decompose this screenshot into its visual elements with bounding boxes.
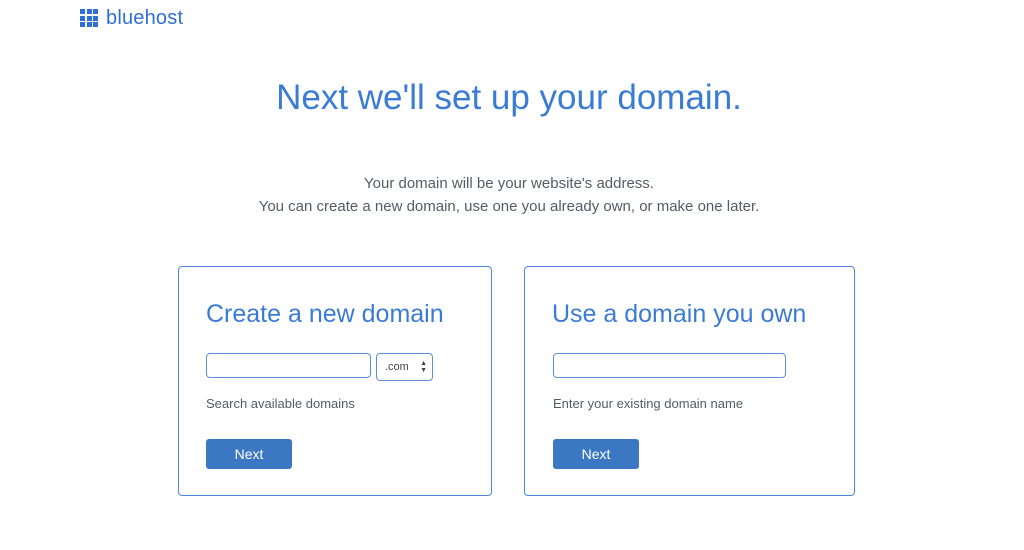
logo-text: bluehost <box>106 7 184 29</box>
existing-domain-input[interactable] <box>553 353 786 378</box>
subtitle-line-2: You can create a new domain, use one you… <box>258 198 760 215</box>
subtitle-line-1: Your domain will be your website's addre… <box>364 175 654 192</box>
own-domain-next-button[interactable]: Next <box>553 439 639 469</box>
create-domain-helper: Search available domains <box>206 396 355 411</box>
new-domain-input[interactable] <box>206 353 371 378</box>
bluehost-logo[interactable]: bluehost <box>80 7 183 29</box>
own-domain-helper: Enter your existing domain name <box>553 396 744 411</box>
domain-setup-page: bluehost Next we'll set up your domain. … <box>0 0 1024 550</box>
grid-icon <box>80 9 98 27</box>
tld-select[interactable]: .com ▲ ▼ <box>376 353 433 381</box>
page-subtitle: Your domain will be your website's addre… <box>0 172 1018 218</box>
create-domain-next-button[interactable]: Next <box>206 439 292 469</box>
own-domain-card: Use a domain you own Enter your existing… <box>524 266 855 496</box>
create-domain-title: Create a new domain <box>206 300 444 328</box>
tld-selected-value: .com <box>385 361 409 373</box>
create-domain-card: Create a new domain .com ▲ ▼ Search avail… <box>178 266 492 496</box>
own-domain-title: Use a domain you own <box>552 300 807 328</box>
up-down-arrows-icon: ▲ ▼ <box>420 360 427 374</box>
page-title: Next we'll set up your domain. <box>276 78 742 117</box>
